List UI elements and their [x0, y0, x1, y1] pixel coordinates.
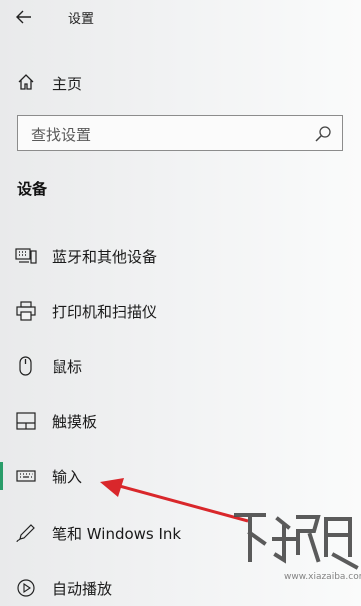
mouse-icon — [19, 356, 32, 376]
nav-item-label: 打印机和扫描仪 — [52, 303, 158, 321]
title-bar: 设置 — [0, 0, 361, 34]
watermark-logo: www.xiazaiba.com — [234, 513, 361, 582]
bluetooth-devices-icon — [15, 248, 37, 264]
nav-item-touchpad[interactable]: 触摸板 — [0, 403, 361, 439]
autoplay-icon — [17, 579, 35, 597]
search-icon — [315, 126, 331, 142]
nav-item-printers[interactable]: 打印机和扫描仪 — [0, 293, 361, 329]
printer-icon — [16, 301, 36, 321]
selection-indicator — [0, 462, 3, 490]
svg-text:www.xiazaiba.com: www.xiazaiba.com — [284, 572, 361, 582]
nav-item-label: 鼠标 — [52, 358, 83, 376]
search-placeholder: 查找设置 — [31, 126, 92, 144]
pen-icon — [16, 524, 35, 543]
section-header-devices: 设备 — [17, 180, 48, 198]
nav-item-label: 输入 — [52, 468, 83, 486]
window-title: 设置 — [68, 12, 95, 27]
nav-item-label: 笔和 Windows Ink — [52, 525, 182, 543]
nav-item-label: 触摸板 — [52, 413, 98, 431]
nav-item-bluetooth[interactable]: 蓝牙和其他设备 — [0, 238, 361, 274]
search-input[interactable]: 查找设置 — [17, 115, 343, 151]
nav-item-typing[interactable]: 输入 — [0, 458, 361, 494]
home-icon — [18, 74, 34, 90]
back-button[interactable] — [12, 6, 36, 28]
nav-item-mouse[interactable]: 鼠标 — [0, 348, 361, 384]
home-label: 主页 — [52, 75, 83, 93]
keyboard-icon — [16, 470, 36, 482]
nav-item-label: 自动播放 — [52, 580, 113, 598]
home-nav-item[interactable]: 主页 — [0, 66, 361, 98]
back-arrow-icon — [16, 10, 31, 24]
touchpad-icon — [16, 412, 36, 430]
nav-item-label: 蓝牙和其他设备 — [52, 248, 158, 266]
